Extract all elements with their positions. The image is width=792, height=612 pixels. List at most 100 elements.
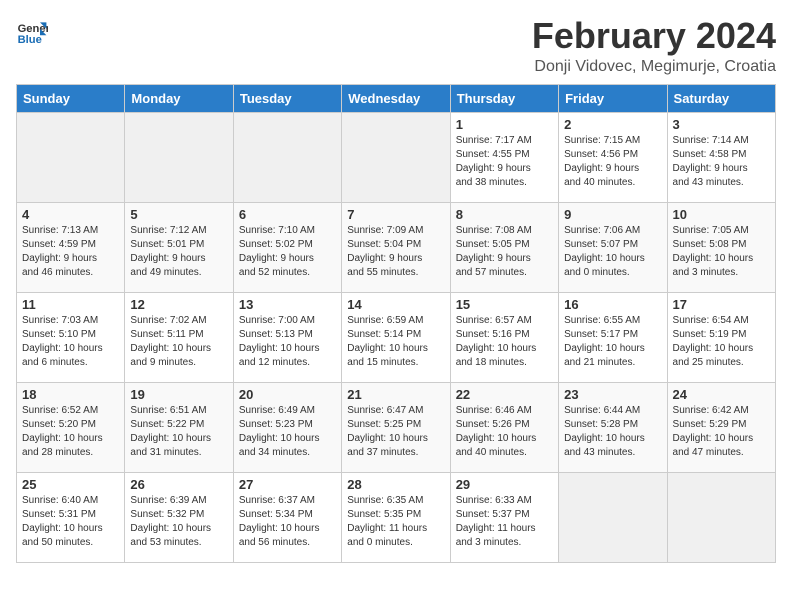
day-info: Sunrise: 6:51 AM Sunset: 5:22 PM Dayligh… [130, 404, 227, 460]
day-info: Sunrise: 6:59 AM Sunset: 5:14 PM Dayligh… [347, 314, 444, 370]
day-number: 28 [347, 477, 444, 492]
header-thursday: Thursday [450, 84, 558, 112]
day-info: Sunrise: 6:42 AM Sunset: 5:29 PM Dayligh… [673, 404, 770, 460]
day-info: Sunrise: 6:44 AM Sunset: 5:28 PM Dayligh… [564, 404, 661, 460]
calendar-table: Sunday Monday Tuesday Wednesday Thursday… [16, 84, 776, 563]
table-row: 6 Sunrise: 7:10 AM Sunset: 5:02 PM Daylig… [233, 202, 341, 292]
table-row: 3 Sunrise: 7:14 AM Sunset: 4:58 PM Daylig… [667, 112, 775, 202]
day-info: Sunrise: 7:14 AM Sunset: 4:58 PM Dayligh… [673, 134, 770, 190]
table-row [233, 112, 341, 202]
day-info: Sunrise: 6:40 AM Sunset: 5:31 PM Dayligh… [22, 494, 119, 550]
day-number: 6 [239, 207, 336, 222]
day-number: 17 [673, 297, 770, 312]
day-number: 14 [347, 297, 444, 312]
day-number: 29 [456, 477, 553, 492]
table-row: 26 Sunrise: 6:39 AM Sunset: 5:32 PM Dayli… [125, 472, 233, 562]
day-info: Sunrise: 6:54 AM Sunset: 5:19 PM Dayligh… [673, 314, 770, 370]
table-row [125, 112, 233, 202]
day-info: Sunrise: 6:46 AM Sunset: 5:26 PM Dayligh… [456, 404, 553, 460]
table-row: 15 Sunrise: 6:57 AM Sunset: 5:16 PM Dayli… [450, 292, 558, 382]
table-row: 18 Sunrise: 6:52 AM Sunset: 5:20 PM Dayli… [17, 382, 125, 472]
day-info: Sunrise: 6:33 AM Sunset: 5:37 PM Dayligh… [456, 494, 553, 550]
table-row: 29 Sunrise: 6:33 AM Sunset: 5:37 PM Dayli… [450, 472, 558, 562]
table-row: 14 Sunrise: 6:59 AM Sunset: 5:14 PM Dayli… [342, 292, 450, 382]
table-row: 4 Sunrise: 7:13 AM Sunset: 4:59 PM Daylig… [17, 202, 125, 292]
day-info: Sunrise: 7:08 AM Sunset: 5:05 PM Dayligh… [456, 224, 553, 280]
table-row: 16Sunrise: 6:55 AM Sunset: 5:17 PM Dayli… [559, 292, 667, 382]
table-row: 8 Sunrise: 7:08 AM Sunset: 5:05 PM Daylig… [450, 202, 558, 292]
table-row: 27Sunrise: 6:37 AM Sunset: 5:34 PM Dayli… [233, 472, 341, 562]
day-number: 21 [347, 387, 444, 402]
day-number: 12 [130, 297, 227, 312]
day-number: 19 [130, 387, 227, 402]
calendar-week-row: 18 Sunrise: 6:52 AM Sunset: 5:20 PM Dayli… [17, 382, 776, 472]
table-row: 17 Sunrise: 6:54 AM Sunset: 5:19 PM Dayli… [667, 292, 775, 382]
table-row: 5 Sunrise: 7:12 AM Sunset: 5:01 PM Daylig… [125, 202, 233, 292]
header-monday: Monday [125, 84, 233, 112]
day-info: Sunrise: 7:17 AM Sunset: 4:55 PM Dayligh… [456, 134, 553, 190]
day-number: 1 [456, 117, 553, 132]
calendar-week-row: 4 Sunrise: 7:13 AM Sunset: 4:59 PM Daylig… [17, 202, 776, 292]
day-number: 8 [456, 207, 553, 222]
day-number: 2 [564, 117, 661, 132]
header-friday: Friday [559, 84, 667, 112]
table-row: 22 Sunrise: 6:46 AM Sunset: 5:26 PM Dayli… [450, 382, 558, 472]
table-row: 23Sunrise: 6:44 AM Sunset: 5:28 PM Dayli… [559, 382, 667, 472]
table-row: 12 Sunrise: 7:02 AM Sunset: 5:11 PM Dayli… [125, 292, 233, 382]
table-row: 20 Sunrise: 6:49 AM Sunset: 5:23 PM Dayli… [233, 382, 341, 472]
logo-icon: General Blue [16, 16, 48, 48]
day-info: Sunrise: 6:49 AM Sunset: 5:23 PM Dayligh… [239, 404, 336, 460]
day-number: 16 [564, 297, 661, 312]
day-info: Sunrise: 7:00 AM Sunset: 5:13 PM Dayligh… [239, 314, 336, 370]
day-info: Sunrise: 7:02 AM Sunset: 5:11 PM Dayligh… [130, 314, 227, 370]
day-number: 27 [239, 477, 336, 492]
table-row: 7Sunrise: 7:09 AM Sunset: 5:04 PM Daylig… [342, 202, 450, 292]
table-row: 11 Sunrise: 7:03 AM Sunset: 5:10 PM Dayli… [17, 292, 125, 382]
day-number: 25 [22, 477, 119, 492]
day-number: 10 [673, 207, 770, 222]
day-number: 7 [347, 207, 444, 222]
page-header: General Blue February 2024 Donji Vidovec… [16, 16, 776, 76]
table-row [667, 472, 775, 562]
day-number: 15 [456, 297, 553, 312]
day-number: 5 [130, 207, 227, 222]
day-info: Sunrise: 7:03 AM Sunset: 5:10 PM Dayligh… [22, 314, 119, 370]
calendar-week-row: 25 Sunrise: 6:40 AM Sunset: 5:31 PM Dayli… [17, 472, 776, 562]
day-info: Sunrise: 6:39 AM Sunset: 5:32 PM Dayligh… [130, 494, 227, 550]
day-number: 4 [22, 207, 119, 222]
svg-text:Blue: Blue [18, 34, 42, 46]
day-number: 20 [239, 387, 336, 402]
logo: General Blue [16, 16, 48, 48]
day-number: 3 [673, 117, 770, 132]
day-info: Sunrise: 6:52 AM Sunset: 5:20 PM Dayligh… [22, 404, 119, 460]
day-number: 24 [673, 387, 770, 402]
header-saturday: Saturday [667, 84, 775, 112]
table-row [17, 112, 125, 202]
header-sunday: Sunday [17, 84, 125, 112]
calendar-week-row: 11 Sunrise: 7:03 AM Sunset: 5:10 PM Dayli… [17, 292, 776, 382]
table-row: 25 Sunrise: 6:40 AM Sunset: 5:31 PM Dayli… [17, 472, 125, 562]
day-info: Sunrise: 7:12 AM Sunset: 5:01 PM Dayligh… [130, 224, 227, 280]
day-info: Sunrise: 6:35 AM Sunset: 5:35 PM Dayligh… [347, 494, 444, 550]
day-number: 26 [130, 477, 227, 492]
table-row [342, 112, 450, 202]
title-section: February 2024 Donji Vidovec, Megimurje, … [532, 16, 776, 76]
day-info: Sunrise: 6:57 AM Sunset: 5:16 PM Dayligh… [456, 314, 553, 370]
day-number: 13 [239, 297, 336, 312]
table-row: 13 Sunrise: 7:00 AM Sunset: 5:13 PM Dayli… [233, 292, 341, 382]
calendar-week-row: 1 Sunrise: 7:17 AM Sunset: 4:55 PM Daylig… [17, 112, 776, 202]
day-number: 18 [22, 387, 119, 402]
day-info: Sunrise: 7:15 AM Sunset: 4:56 PM Dayligh… [564, 134, 661, 190]
table-row: 21Sunrise: 6:47 AM Sunset: 5:25 PM Dayli… [342, 382, 450, 472]
day-info: Sunrise: 7:10 AM Sunset: 5:02 PM Dayligh… [239, 224, 336, 280]
table-row: 2 Sunrise: 7:15 AM Sunset: 4:56 PM Daylig… [559, 112, 667, 202]
day-info: Sunrise: 7:05 AM Sunset: 5:08 PM Dayligh… [673, 224, 770, 280]
table-row: 9Sunrise: 7:06 AM Sunset: 5:07 PM Daylig… [559, 202, 667, 292]
day-number: 22 [456, 387, 553, 402]
calendar-title: February 2024 [532, 16, 776, 56]
table-row: 1 Sunrise: 7:17 AM Sunset: 4:55 PM Daylig… [450, 112, 558, 202]
table-row [559, 472, 667, 562]
table-row: 19 Sunrise: 6:51 AM Sunset: 5:22 PM Dayli… [125, 382, 233, 472]
day-number: 11 [22, 297, 119, 312]
day-info: Sunrise: 7:13 AM Sunset: 4:59 PM Dayligh… [22, 224, 119, 280]
